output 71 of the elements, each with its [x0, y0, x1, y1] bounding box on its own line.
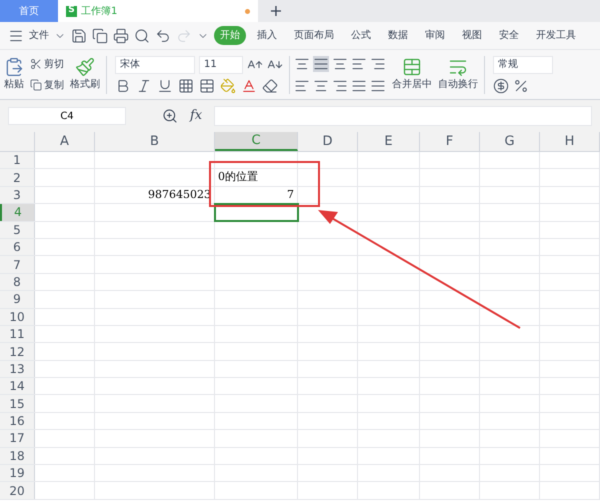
format-painter-icon[interactable]: [75, 57, 95, 77]
row-header[interactable]: 17: [0, 430, 35, 447]
ribbon-tab[interactable]: 页面布局: [288, 26, 340, 45]
row-header[interactable]: 13: [0, 360, 35, 378]
formula-input[interactable]: [214, 106, 592, 126]
column-header[interactable]: F: [420, 132, 480, 151]
column-header[interactable]: G: [480, 132, 540, 151]
cell-text: 987645023: [148, 186, 211, 203]
cut-icon[interactable]: [30, 58, 42, 70]
row-header[interactable]: 18: [0, 448, 35, 464]
undo-icon[interactable]: [155, 28, 171, 44]
underline-icon[interactable]: [157, 78, 173, 94]
ribbon-tab[interactable]: 开发工具: [530, 26, 582, 45]
row-header[interactable]: 9: [0, 291, 35, 308]
file-menu[interactable]: 文件: [29, 28, 49, 43]
row-header[interactable]: 11: [0, 326, 35, 342]
column-header[interactable]: E: [358, 132, 420, 151]
merge-center-button[interactable]: 合并居中: [392, 77, 432, 92]
row-header[interactable]: 16: [0, 412, 35, 430]
column-header[interactable]: D: [298, 132, 358, 151]
save-icon[interactable]: [71, 28, 87, 44]
name-box[interactable]: C4: [8, 107, 126, 125]
align-middle-icon[interactable]: [313, 56, 329, 72]
italic-icon[interactable]: [136, 78, 152, 94]
cut-button[interactable]: 剪切: [44, 56, 64, 72]
cell-text: 0的位置: [218, 169, 258, 186]
fx-label: fx: [190, 107, 202, 126]
wrap-text-button[interactable]: 自动换行: [438, 77, 478, 92]
ribbon-tab[interactable]: 公式: [345, 26, 377, 45]
format-painter-button[interactable]: 格式刷: [70, 77, 100, 92]
row-header[interactable]: 7: [0, 256, 35, 273]
currency-icon[interactable]: [493, 78, 509, 94]
cell-text: 7: [287, 186, 294, 203]
row-header[interactable]: 8: [0, 274, 35, 290]
row-header[interactable]: 20: [0, 482, 35, 499]
font-size-dropdown[interactable]: 11: [199, 56, 243, 74]
copy-icon[interactable]: [30, 79, 42, 91]
copy-button[interactable]: 复制: [44, 78, 64, 92]
active-cell[interactable]: [215, 204, 298, 221]
row-header[interactable]: 2: [0, 169, 35, 186]
fill-color-icon[interactable]: [220, 78, 236, 94]
font-color-icon[interactable]: [241, 78, 257, 94]
paste-icon[interactable]: [4, 57, 24, 77]
border-icon[interactable]: [178, 78, 194, 94]
font-name-dropdown[interactable]: 宋体: [115, 56, 195, 74]
ribbon-tab[interactable]: 数据: [382, 26, 414, 45]
row-header[interactable]: 12: [0, 343, 35, 360]
ribbon-tab[interactable]: 安全: [493, 26, 525, 45]
row-header[interactable]: 15: [0, 395, 35, 412]
column-header[interactable]: H: [540, 132, 600, 151]
row-header[interactable]: 5: [0, 222, 35, 238]
row-header[interactable]: 14: [0, 378, 35, 394]
tab-label: 工作簿1: [81, 4, 118, 18]
row-header[interactable]: 3: [0, 186, 35, 204]
row-header[interactable]: 10: [0, 308, 35, 325]
number-format-dropdown[interactable]: 常规: [493, 56, 553, 74]
preview-icon[interactable]: [134, 28, 150, 44]
percent-icon[interactable]: [513, 78, 529, 94]
paste-button[interactable]: 粘贴: [4, 77, 24, 92]
ribbon-tab[interactable]: 审阅: [419, 26, 451, 45]
ribbon-tab[interactable]: 插入: [251, 26, 283, 45]
row-header[interactable]: 19: [0, 465, 35, 482]
row-header[interactable]: 6: [0, 238, 35, 256]
eraser-icon[interactable]: [262, 78, 278, 94]
row-header[interactable]: 1: [0, 152, 35, 168]
merge-icon[interactable]: [402, 57, 422, 77]
column-header[interactable]: A: [35, 132, 95, 151]
new-tab-button[interactable]: +: [258, 0, 294, 22]
ribbon-tab[interactable]: 视图: [456, 26, 488, 45]
zoom-icon[interactable]: [162, 108, 178, 124]
print-icon[interactable]: [113, 28, 129, 44]
